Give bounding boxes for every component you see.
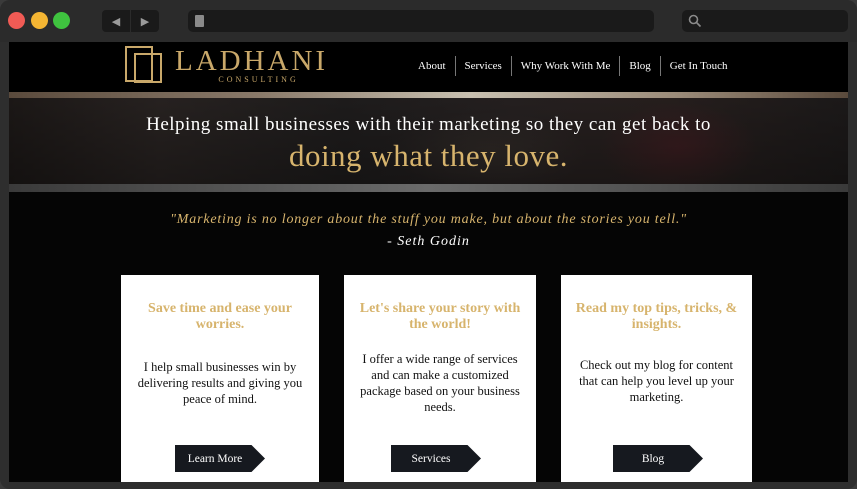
services-button[interactable]: Services <box>391 445 481 472</box>
card-body: Check out my blog for content that can h… <box>579 358 734 404</box>
logo-mark-icon <box>125 46 162 83</box>
nav-item-about[interactable]: About <box>409 56 455 76</box>
card-body: I help small businesses win by deliverin… <box>137 360 303 406</box>
close-window-button[interactable] <box>8 12 25 29</box>
back-button[interactable]: ◀ <box>102 10 130 32</box>
nav-item-get-in-touch[interactable]: Get In Touch <box>659 56 737 76</box>
site-logo[interactable]: LADHANI CONSULTING <box>125 46 328 84</box>
nav-item-blog[interactable]: Blog <box>619 56 659 76</box>
card-title: Save time and ease your worries. <box>148 301 292 332</box>
card-title: Let's share your story with the world! <box>359 301 521 332</box>
hero-banner: Helping small businesses with their mark… <box>9 92 848 192</box>
browser-window: ◀ ▶ LADHANI CONSULTING About Services Wh… <box>0 0 857 489</box>
quote-text: "Marketing is no longer about the stuff … <box>170 212 687 227</box>
browser-toolbar: ◀ ▶ <box>0 0 857 42</box>
feature-card: Read my top tips, tricks, & insights. Ch… <box>561 275 752 482</box>
forward-arrow-icon: ▶ <box>140 14 150 28</box>
feature-card: Save time and ease your worries. I help … <box>121 275 319 482</box>
card-title: Read my top tips, tricks, & insights. <box>575 301 738 332</box>
hero-image-bottom <box>9 184 848 192</box>
site-header: LADHANI CONSULTING About Services Why Wo… <box>9 42 848 92</box>
forward-button[interactable]: ▶ <box>131 10 159 32</box>
nav-item-why-work-with-me[interactable]: Why Work With Me <box>510 56 620 76</box>
feature-card: Let's share your story with the world! I… <box>344 275 536 482</box>
nav-item-services[interactable]: Services <box>454 56 511 76</box>
page-icon <box>195 15 204 27</box>
quote-author: - Seth Godin <box>387 234 470 249</box>
browser-search-field[interactable] <box>682 10 848 32</box>
learn-more-button[interactable]: Learn More <box>175 445 265 472</box>
logo-name: LADHANI <box>175 45 329 77</box>
hero-heading: Helping small businesses with their mark… <box>146 114 711 135</box>
card-body: I offer a wide range of services and can… <box>360 352 520 414</box>
address-bar[interactable] <box>188 10 654 32</box>
maximize-window-button[interactable] <box>53 12 70 29</box>
logo-text: LADHANI CONSULTING <box>175 46 328 84</box>
back-arrow-icon: ◀ <box>111 14 121 28</box>
page-viewport: LADHANI CONSULTING About Services Why Wo… <box>9 42 848 482</box>
hero-tagline: doing what they love. <box>288 138 569 173</box>
main-nav: About Services Why Work With Me Blog Get… <box>409 56 736 76</box>
minimize-window-button[interactable] <box>31 12 48 29</box>
blog-button[interactable]: Blog <box>613 445 703 472</box>
search-icon <box>688 14 702 28</box>
